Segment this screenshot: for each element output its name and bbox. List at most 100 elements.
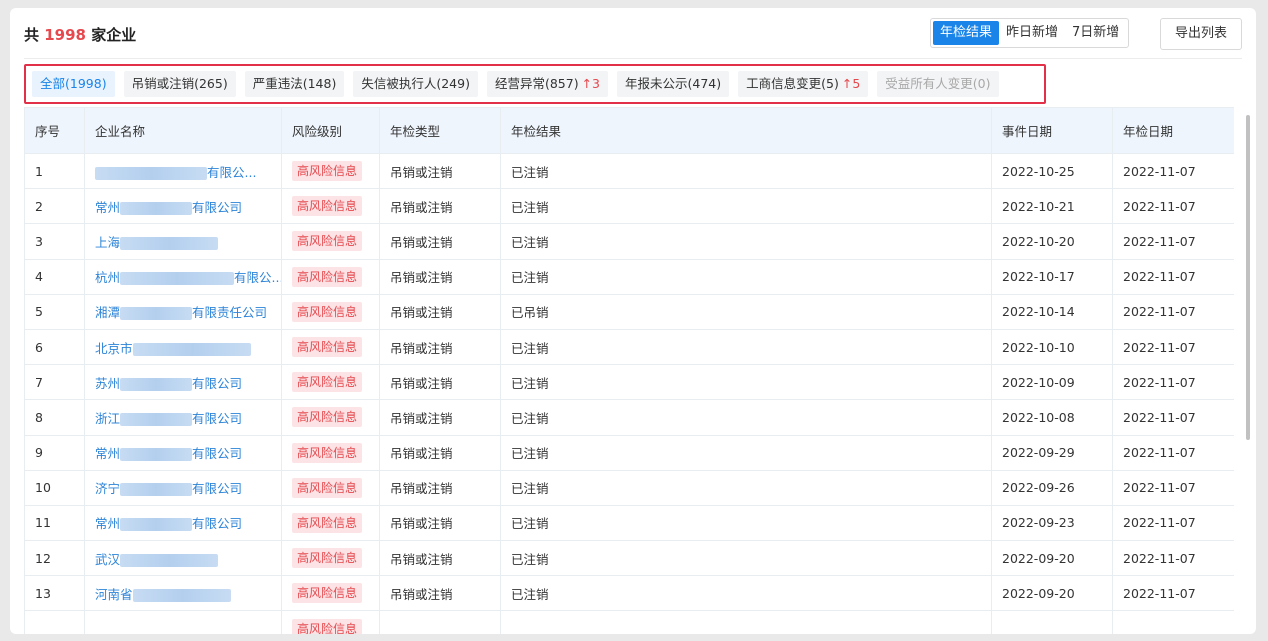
redacted-name-mask	[132, 588, 231, 602]
company-name-suffix: 有限责任公司	[192, 305, 268, 321]
vertical-scrollbar[interactable]	[1244, 107, 1252, 634]
filter-serious-violation[interactable]: 严重违法(148)	[244, 71, 345, 97]
segment-annual-results[interactable]: 年检结果	[933, 21, 1000, 45]
check-type: 吊销或注销	[379, 504, 501, 542]
row-number: 12	[24, 540, 85, 577]
row-number: 5	[24, 293, 85, 330]
company-name-link[interactable]: 常州 有限公司	[84, 504, 282, 542]
company-name-link[interactable]: 湘潭 有限责任公司	[84, 293, 282, 330]
risk-level-badge: 高风险信息	[292, 548, 363, 569]
table-row[interactable]: 9 常州 有限公司 高风险信息 吊销或注销 已注销 2022-09-29 2022-11-07	[24, 434, 1234, 471]
redacted-name-mask	[120, 448, 193, 462]
check-result: 已吊销	[500, 293, 992, 330]
company-name-link[interactable]: 上海	[84, 223, 282, 260]
risk-level-badge: 高风险信息	[292, 196, 363, 217]
company-name-prefix: 北京市	[95, 340, 133, 356]
event-date: 2022-10-08	[991, 399, 1113, 436]
company-name-prefix: 济宁	[95, 481, 121, 497]
table-row[interactable]: 13 河南省 高风险信息 吊销或注销 已注销 2022-09-20 2022-11-07	[24, 575, 1234, 612]
column-header-check-result: 年检结果	[500, 107, 992, 154]
company-name-prefix: 上海	[95, 234, 121, 250]
company-name-suffix: 有限公司	[192, 446, 243, 462]
company-name-link[interactable]: 武汉	[84, 540, 282, 577]
event-date: 2022-09-20	[991, 540, 1113, 577]
company-name-link[interactable]	[84, 610, 282, 634]
check-date: 2022-11-07	[1112, 434, 1234, 471]
check-type: 吊销或注销	[379, 575, 501, 612]
table-row[interactable]: 3 上海 高风险信息 吊销或注销 已注销 2022-10-20 2022-11-07	[24, 223, 1234, 260]
company-name-link[interactable]: 浙江 有限公司	[84, 399, 282, 436]
row-number: 8	[24, 399, 85, 436]
check-date: 2022-11-07	[1112, 258, 1234, 295]
check-date: 2022-11-07	[1112, 575, 1234, 612]
table-row[interactable]: 11 常州 有限公司 高风险信息 吊销或注销 已注销 2022-09-23 2022-11-0…	[24, 504, 1234, 542]
company-name-link[interactable]: 济宁 有限公司	[84, 469, 282, 506]
risk-level-badge: 高风险信息	[292, 583, 363, 604]
risk-cell: 高风险信息	[281, 504, 380, 542]
risk-cell: 高风险信息	[281, 399, 380, 436]
table-row[interactable]: 高风险信息	[24, 610, 1234, 634]
company-name-link[interactable]: 常州 有限公司	[84, 188, 282, 225]
segment-yesterday-new[interactable]: 昨日新增	[999, 21, 1065, 45]
company-name-suffix: 有限公...	[234, 270, 282, 286]
check-date: 2022-11-07	[1112, 540, 1234, 577]
risk-cell: 高风险信息	[281, 540, 380, 577]
check-result	[500, 610, 992, 634]
header-divider	[24, 58, 1242, 59]
event-date: 2022-09-26	[991, 469, 1113, 506]
table-row[interactable]: 12 武汉 高风险信息 吊销或注销 已注销 2022-09-20 2022-11-07	[24, 540, 1234, 577]
company-name-link[interactable]: 河南省	[84, 575, 282, 612]
segment-7day-new[interactable]: 7日新增	[1065, 21, 1126, 45]
check-type: 吊销或注销	[379, 399, 501, 436]
results-table-container[interactable]: 序号 企业名称 风险级别 年检类型 年检结果 事件日期 年检日期 1 有限公...…	[24, 107, 1234, 634]
column-header-no: 序号	[24, 107, 85, 154]
risk-level-badge: 高风险信息	[292, 442, 363, 463]
filter-all[interactable]: 全部(1998)	[32, 71, 115, 97]
check-type: 吊销或注销	[379, 258, 501, 295]
event-date: 2022-09-29	[991, 434, 1113, 471]
filter-annual-report-unpublished[interactable]: 年报未公示(474)	[617, 71, 730, 97]
filter-business-info-change[interactable]: 工商信息变更(5) ↑5	[738, 71, 869, 97]
filter-abnormal-operation[interactable]: 经营异常(857) ↑3	[486, 71, 609, 97]
check-result: 已注销	[500, 223, 992, 260]
table-row[interactable]: 2 常州 有限公司 高风险信息 吊销或注销 已注销 2022-10-21 2022-11-07	[24, 188, 1234, 225]
table-row[interactable]: 4 杭州 有限公... 高风险信息 吊销或注销 已注销 2022-10-17 2022-11-…	[24, 258, 1234, 295]
risk-level-badge: 高风险信息	[292, 407, 363, 428]
filter-revoked-cancelled[interactable]: 吊销或注销(265)	[123, 71, 236, 97]
company-count: 1998	[44, 26, 86, 44]
export-list-button[interactable]: 导出列表	[1160, 18, 1242, 50]
company-name-link[interactable]: 杭州 有限公...	[84, 258, 282, 295]
row-number: 4	[24, 258, 85, 295]
filter-label: 吊销或注销(265)	[131, 76, 228, 91]
table-row[interactable]: 10 济宁 有限公司 高风险信息 吊销或注销 已注销 2022-09-26 2022-11-0…	[24, 469, 1234, 506]
event-date	[991, 610, 1113, 634]
table-row[interactable]: 6 北京市 高风险信息 吊销或注销 已注销 2022-10-10 2022-11-07	[24, 328, 1234, 366]
risk-level-badge: 高风险信息	[292, 372, 363, 393]
redacted-name-mask	[120, 201, 193, 215]
company-name-link[interactable]: 有限公...	[84, 152, 282, 190]
table-row[interactable]: 5 湘潭 有限责任公司 高风险信息 吊销或注销 已吊销 2022-10-14 2022-11-…	[24, 293, 1234, 330]
results-panel: 共 1998 家企业 年检结果 昨日新增 7日新增 导出列表 全部(1998) …	[10, 8, 1256, 634]
view-segmented-control: 年检结果 昨日新增 7日新增	[930, 18, 1130, 48]
page-title: 共 1998 家企业	[24, 24, 136, 45]
company-name-link[interactable]: 北京市	[84, 328, 282, 366]
company-name-suffix: 有限公...	[207, 164, 257, 180]
filter-dishonest-debtor[interactable]: 失信被执行人(249)	[353, 71, 478, 97]
risk-cell: 高风险信息	[281, 328, 380, 366]
table-row[interactable]: 7 苏州 有限公司 高风险信息 吊销或注销 已注销 2022-10-09 2022-11-07	[24, 364, 1234, 401]
filter-beneficial-owner-change: 受益所有人变更(0)	[877, 71, 999, 97]
scrollbar-thumb[interactable]	[1246, 115, 1250, 440]
redacted-name-mask	[120, 307, 193, 321]
risk-level-badge: 高风险信息	[292, 161, 363, 182]
column-header-event-date: 事件日期	[991, 107, 1113, 154]
check-type: 吊销或注销	[379, 540, 501, 577]
risk-cell: 高风险信息	[281, 293, 380, 330]
table-row[interactable]: 1 有限公... 高风险信息 吊销或注销 已注销 2022-10-25 2022-11-07	[24, 152, 1234, 190]
company-name-link[interactable]: 苏州 有限公司	[84, 364, 282, 401]
filter-label: 严重违法(148)	[252, 76, 337, 91]
check-result: 已注销	[500, 328, 992, 366]
table-row[interactable]: 8 浙江 有限公司 高风险信息 吊销或注销 已注销 2022-10-08 2022-11-07	[24, 399, 1234, 436]
company-name-link[interactable]: 常州 有限公司	[84, 434, 282, 471]
company-name-prefix: 常州	[95, 446, 121, 462]
company-name-prefix: 常州	[95, 199, 121, 215]
